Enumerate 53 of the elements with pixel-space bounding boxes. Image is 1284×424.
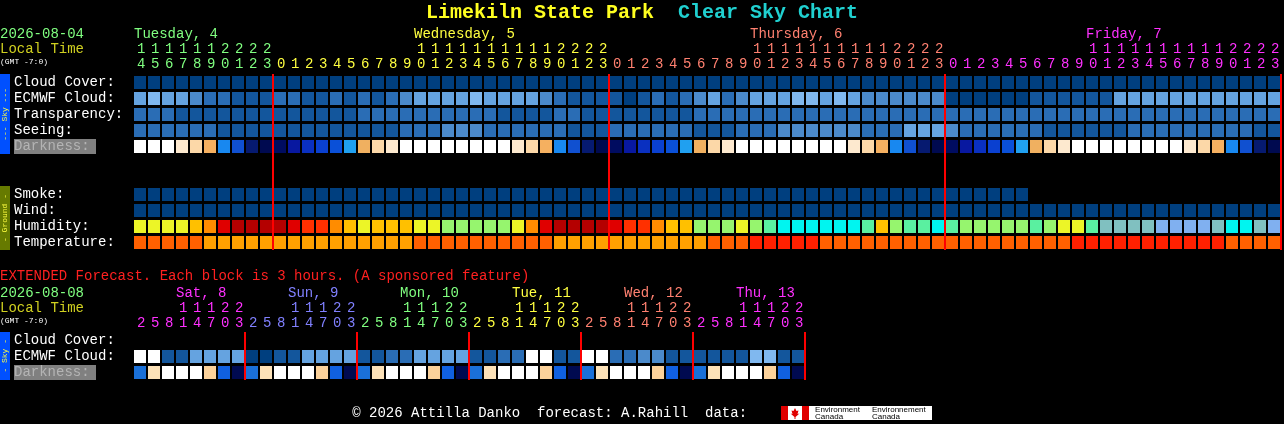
timezone-label: (GMT -7:0) <box>0 316 48 325</box>
logo-text: Environment Canada <box>814 406 861 420</box>
hour-ones: 012345678901234567890123 <box>277 56 614 72</box>
hour-tens: 11111111112222 <box>417 41 614 57</box>
day-label: Friday, 7 <box>1086 26 1162 42</box>
hour-tens: 11122 <box>627 300 697 316</box>
day-label: Tuesday, 4 <box>134 26 218 42</box>
hour-tens: 11122 <box>515 300 585 316</box>
date-label: 2026-08-08 <box>0 285 84 301</box>
hour-ones: 25814703 <box>361 315 473 331</box>
row-label: ECMWF Cloud: <box>14 348 115 364</box>
hour-tens: 11122 <box>403 300 473 316</box>
local-time-label: Local Time <box>0 41 84 57</box>
hour-tens: 11111111112222 <box>753 41 950 57</box>
timezone-label: (GMT -7:0) <box>0 57 48 66</box>
hour-tens: 1111112222 <box>137 41 277 57</box>
extended-note: EXTENDED Forecast. Each block is 3 hours. (A sponsored feature) <box>0 268 530 284</box>
row-label: Wind: <box>14 202 56 218</box>
hour-ones: 4567890123 <box>137 56 277 72</box>
row-label: Cloud Cover: <box>14 74 115 90</box>
day-label: Sun, 9 <box>288 285 339 301</box>
row-label: Seeing: <box>14 122 73 138</box>
hour-tens: 11111111112222 <box>1089 41 1284 57</box>
day-label: Wednesday, 5 <box>414 26 515 42</box>
row-label: Humidity: <box>14 218 90 234</box>
hour-ones: 012345678901234567890123 <box>949 56 1284 72</box>
row-label: Cloud Cover: <box>14 332 115 348</box>
hour-tens: 11122 <box>291 300 361 316</box>
day-label: Thu, 13 <box>736 285 795 301</box>
day-label: Mon, 10 <box>400 285 459 301</box>
hour-tens: 11122 <box>739 300 809 316</box>
local-time-label: Local Time <box>0 300 84 316</box>
day-label: Tue, 11 <box>512 285 571 301</box>
logo-text: Environnement Canada <box>871 406 927 420</box>
day-label: Wed, 12 <box>624 285 683 301</box>
hour-ones: 25814703 <box>473 315 585 331</box>
hour-ones: 012345678901234567890123 <box>613 56 950 72</box>
row-label: Smoke: <box>14 186 65 202</box>
row-label: Temperature: <box>14 234 115 250</box>
site-title: Limekiln State Park <box>425 0 654 26</box>
hour-ones: 25814703 <box>585 315 697 331</box>
row-label: ECMWF Cloud: <box>14 90 115 106</box>
day-label: Thursday, 6 <box>750 26 843 42</box>
hour-tens: 11122 <box>179 300 249 316</box>
date-label: 2026-08-04 <box>0 26 84 42</box>
chart-title: Clear Sky Chart <box>678 0 859 26</box>
canada-flag-icon <box>781 406 810 420</box>
row-label: Transparency: <box>14 106 124 122</box>
hour-ones: 25814703 <box>249 315 361 331</box>
hour-ones: 25814703 <box>137 315 249 331</box>
credit-text: © 2026 Attilla Danko forecast: A.Rahill data: <box>352 403 748 423</box>
hour-ones: 25814703 <box>697 315 809 331</box>
day-label: Sat, 8 <box>176 285 227 301</box>
